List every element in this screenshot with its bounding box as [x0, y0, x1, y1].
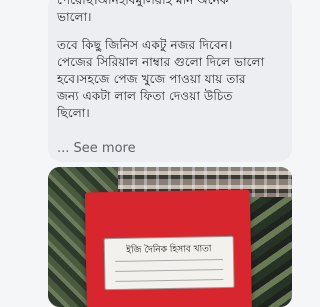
label-line: [115, 279, 224, 282]
review-line: পেজের সিরিয়াল নাম্বার গুলো দিলে ভালো: [57, 55, 265, 69]
review-line: জন্য একটা লাল ফিতা দেওয়া উচিত: [57, 89, 233, 103]
review-text: পেয়েছি।অনিহাবমুলিয়াই মান অনেক ভালো। তব…: [57, 0, 289, 122]
book-label-title: ইজি দৈনিক হিসাব খাতা: [126, 244, 212, 256]
label-line: [115, 259, 224, 262]
see-more-link[interactable]: ... See more: [57, 141, 136, 156]
review-photo[interactable]: ইজি দৈনিক হিসাব খাতা: [48, 167, 292, 307]
book-label: ইজি দৈনিক হিসাব খাতা: [103, 235, 235, 291]
label-line: [115, 269, 224, 272]
review-line: ভালো।: [57, 10, 92, 24]
red-register-book: ইজি দৈনিক হিসাব খাতা: [84, 189, 253, 307]
review-line: পেয়েছি।অনিহাবমুলিয়াই মান অনেক: [57, 0, 229, 7]
review-line: তবে কিছু জিনিস একটু নজর দিবেন।: [57, 38, 233, 52]
review-line: হবে।সহজে পেজ খুজে পাওয়া যায় তার: [57, 72, 246, 86]
review-line: ছিলো।: [57, 106, 90, 120]
